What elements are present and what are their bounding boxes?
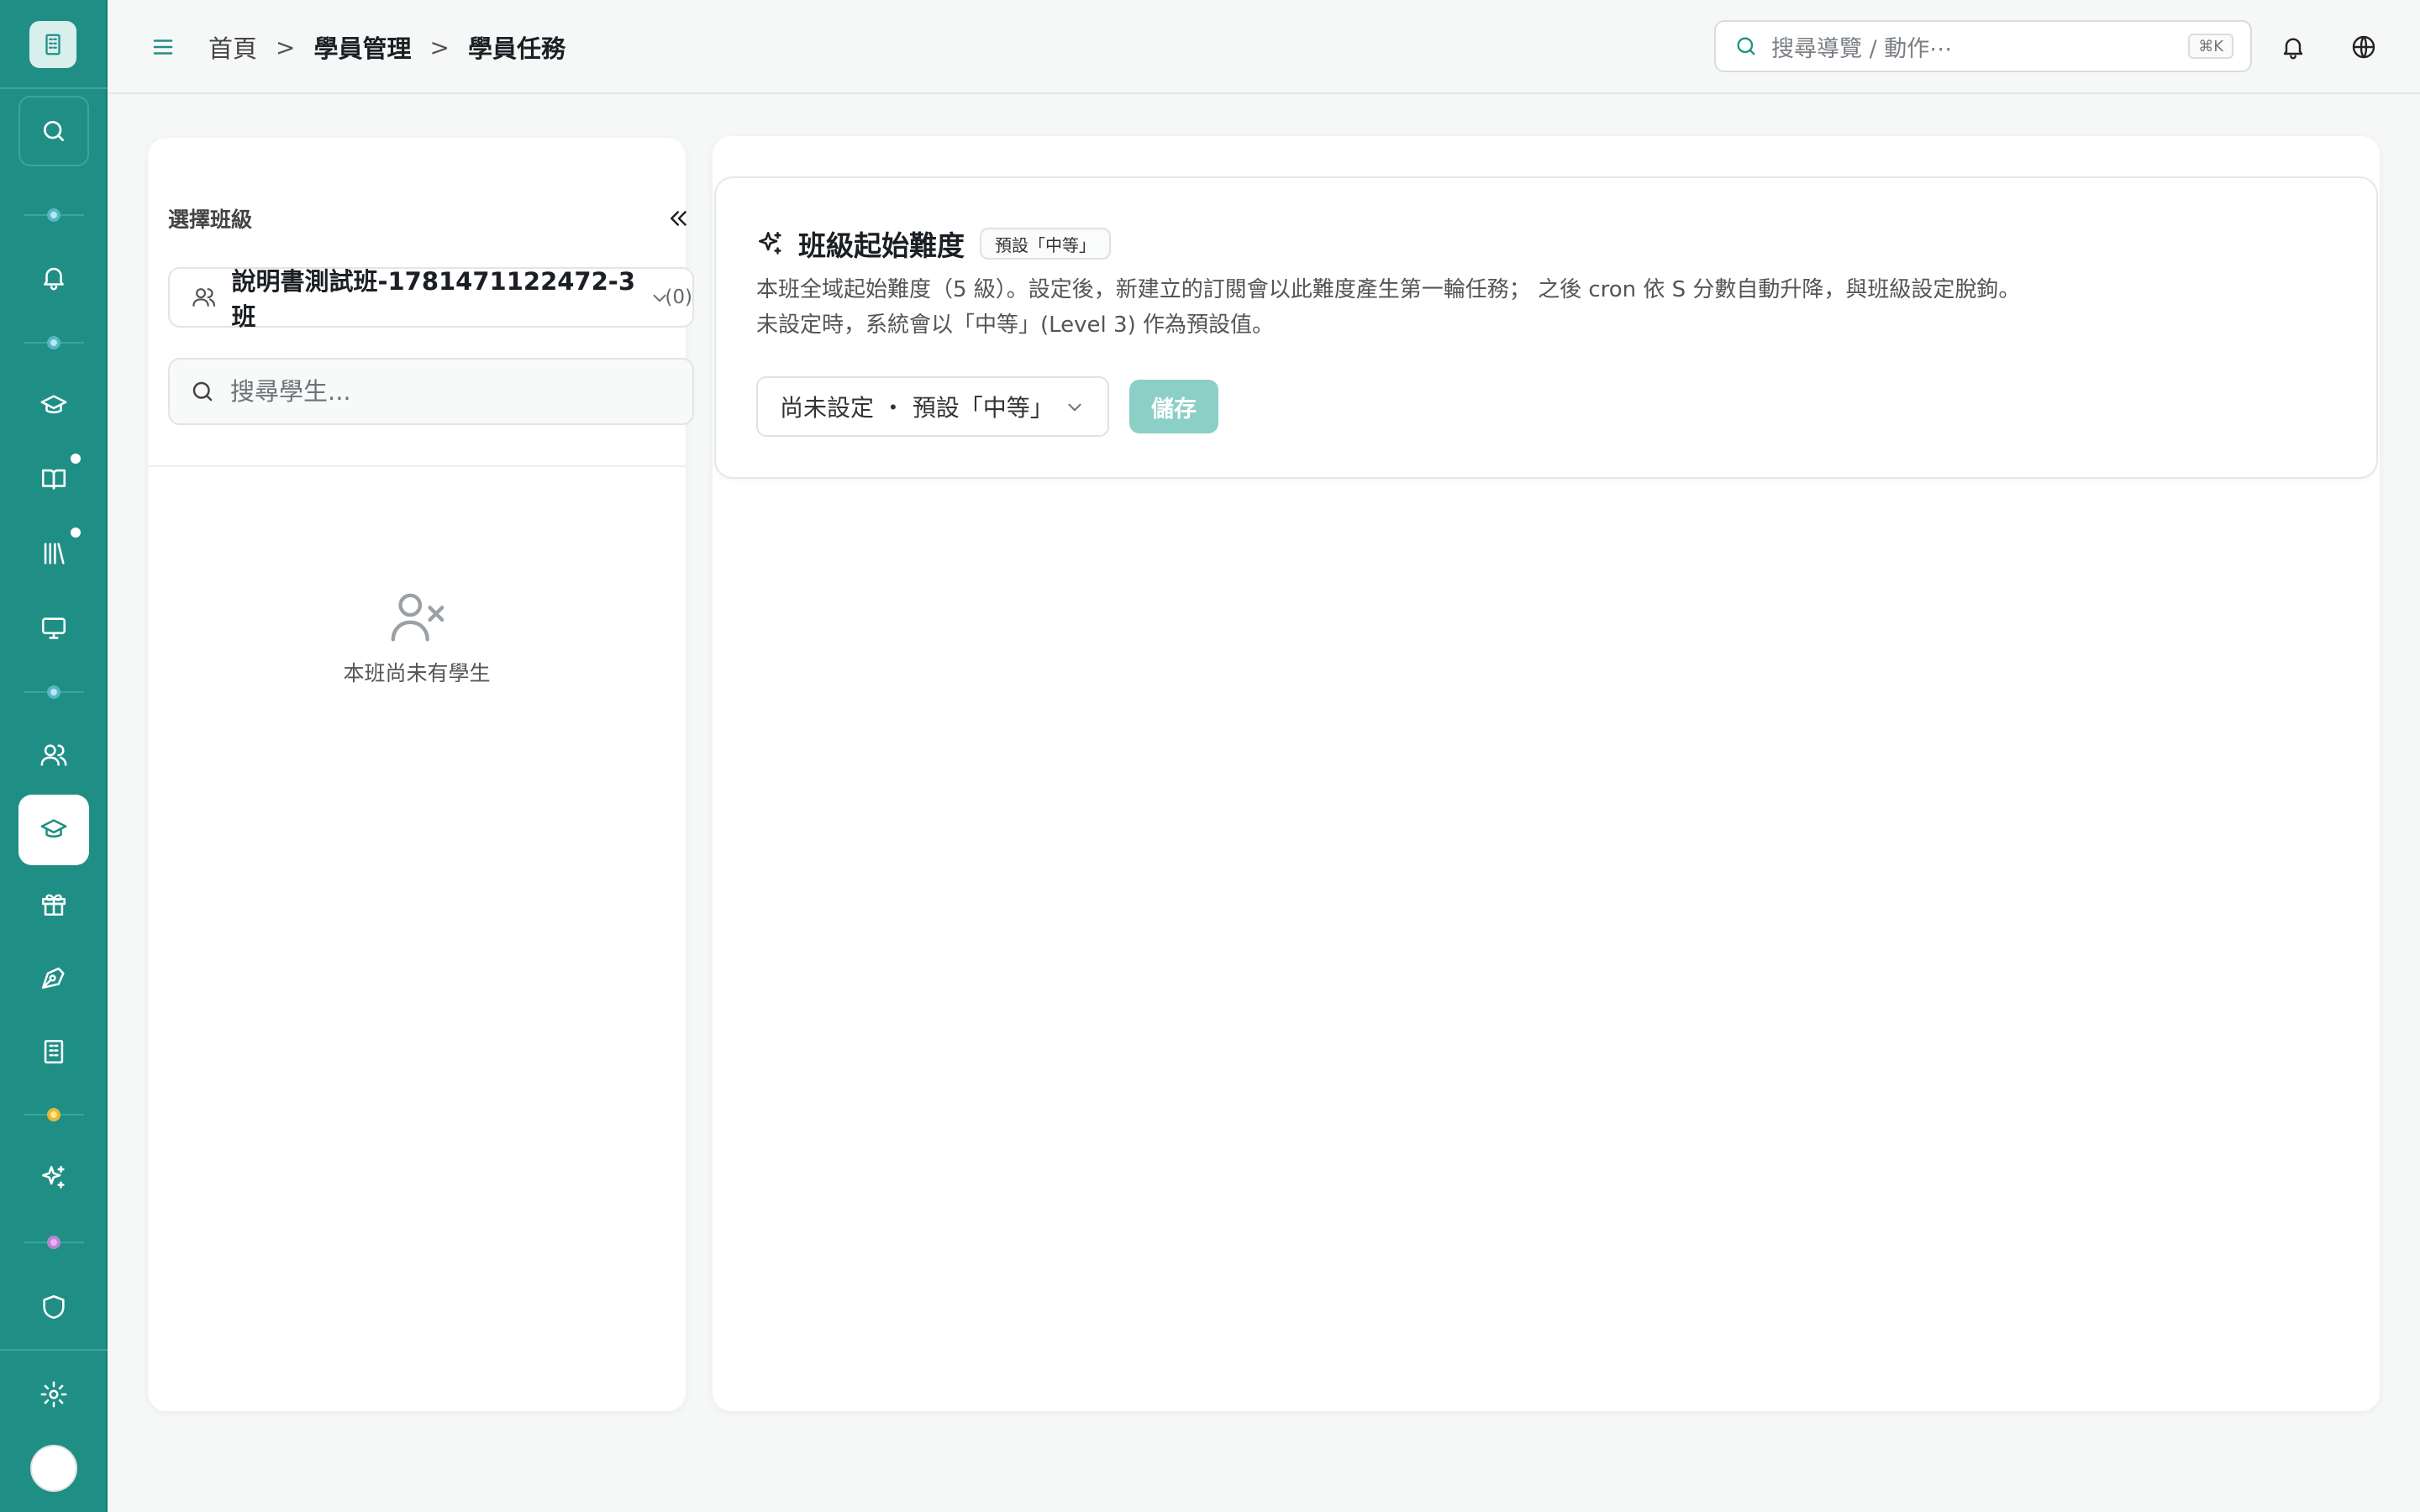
bell-icon[interactable]: [2274, 28, 2312, 66]
app-logo-icon[interactable]: [29, 21, 76, 68]
shield-icon[interactable]: [29, 1282, 79, 1332]
rail-group-separator: [24, 208, 84, 222]
save-button[interactable]: 儲存: [1129, 380, 1218, 433]
rail-group-separator: [24, 336, 84, 349]
pen-tool-icon[interactable]: [29, 952, 79, 1002]
global-search-placeholder: 搜尋導覽 / 動作⋯: [1771, 35, 1953, 62]
breadcrumb: 首頁 > 學員管理 > 學員任務: [208, 29, 566, 66]
chevron-down-icon: [653, 294, 666, 302]
select-class-label: 選擇班級: [168, 207, 253, 232]
rail-divider: [0, 87, 108, 89]
card-header: 班級起始難度 預設「中等」: [756, 223, 1111, 264]
student-search[interactable]: [168, 358, 694, 425]
bell-icon[interactable]: [29, 252, 79, 302]
users-icon[interactable]: [29, 730, 79, 780]
gift-icon[interactable]: [29, 879, 79, 929]
global-search-input[interactable]: 搜尋導覽 / 動作⋯ ⌘K: [1714, 20, 2252, 72]
side-rail: [0, 0, 108, 1512]
difficulty-card: 班級起始難度 預設「中等」 本班全域起始難度（5 級）。設定後，新建立的訂閱會以…: [714, 176, 2378, 479]
rail-divider: [0, 1349, 108, 1351]
globe-icon[interactable]: [2344, 28, 2383, 66]
search-icon: [1737, 37, 1755, 55]
rail-group-separator: [24, 1108, 84, 1121]
notification-dot: [71, 528, 81, 538]
card-description: 本班全域起始難度（5 級）。設定後，新建立的訂閱會以此難度產生第一輪任務； 之後…: [756, 272, 2020, 343]
sparkles-icon: [758, 231, 781, 255]
empty-state-text: 本班尚未有學生: [343, 661, 491, 685]
difficulty-select[interactable]: 尚未設定 ・ 預設「中等」: [756, 376, 1109, 437]
panel-divider: [148, 465, 686, 467]
chevron-right-icon: >: [429, 33, 450, 61]
class-select[interactable]: 說明書測試班-1781471122472-3班 (0): [168, 267, 694, 331]
monitor-icon[interactable]: [29, 603, 79, 654]
chevron-down-icon: [1068, 403, 1081, 412]
avatar[interactable]: [30, 1445, 77, 1492]
description-line: 未設定時，系統會以「中等」(Level 3) 作為預設值。: [756, 312, 1274, 338]
building-icon[interactable]: [29, 1026, 79, 1077]
shortcut-badge: ⌘K: [2188, 34, 2233, 59]
graduation-cap-icon[interactable]: [29, 381, 79, 431]
class-name: 說明書測試班-1781471122472-3班: [231, 267, 636, 331]
breadcrumb-section[interactable]: 學員管理: [313, 29, 411, 65]
chevron-right-icon: >: [276, 33, 296, 61]
top-bar: 首頁 > 學員管理 > 學員任務 搜尋導覽 / 動作⋯ ⌘K: [108, 0, 2420, 94]
sparkles-icon[interactable]: [29, 1152, 79, 1203]
notification-dot: [71, 454, 81, 464]
default-badge: 預設「中等」: [980, 228, 1111, 260]
search-icon: [192, 381, 213, 402]
graduation-cap-icon[interactable]: [18, 795, 89, 865]
menu-icon[interactable]: [146, 30, 180, 64]
student-search-input[interactable]: [230, 377, 667, 406]
card-title: 班級起始難度: [798, 229, 965, 262]
collapse-icon[interactable]: [662, 202, 696, 235]
rail-search-button[interactable]: [18, 96, 89, 166]
difficulty-select-value: 尚未設定 ・ 預設「中等」: [780, 394, 1054, 422]
breadcrumb-home[interactable]: 首頁: [208, 29, 257, 65]
user-x-icon: [391, 593, 445, 642]
users-icon: [192, 288, 216, 307]
gear-icon[interactable]: [29, 1369, 79, 1420]
rail-group-separator: [24, 685, 84, 699]
rail-group-separator: [24, 1236, 84, 1249]
breadcrumb-current: 學員任務: [467, 34, 566, 63]
description-line: 本班全域起始難度（5 級）。設定後，新建立的訂閱會以此難度產生第一輪任務； 之後…: [756, 277, 2021, 302]
